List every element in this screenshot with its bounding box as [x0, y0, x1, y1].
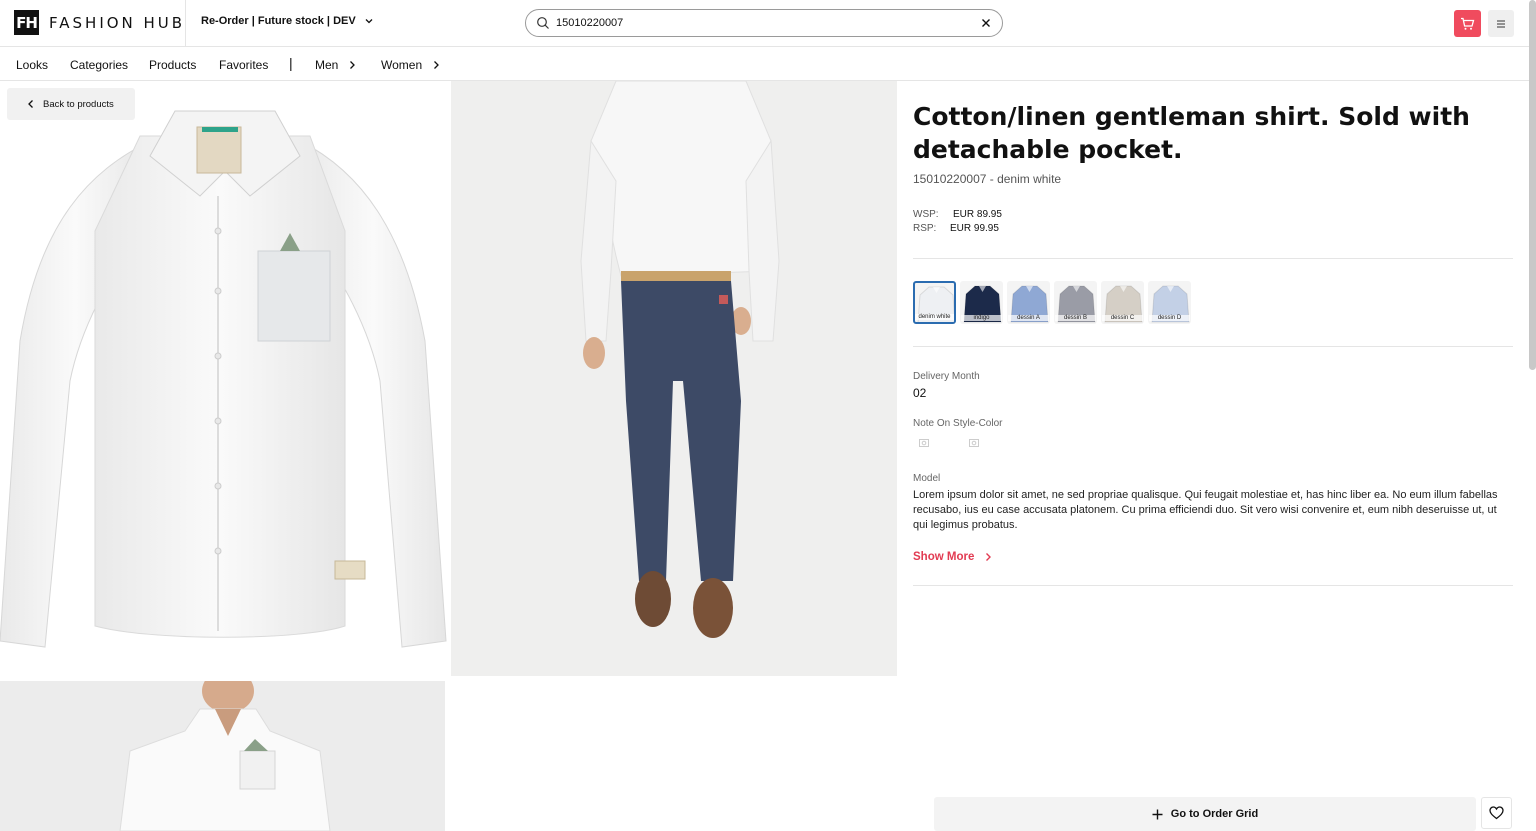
chevron-right-icon [986, 553, 992, 561]
logo-text: FASHION HUB [49, 13, 186, 32]
color-swatch[interactable]: denim white [913, 281, 956, 324]
nav-separator: | [289, 55, 293, 71]
note-image-icon[interactable] [919, 439, 929, 447]
order-grid-label: Go to Order Grid [1170, 808, 1259, 820]
cart-icon [1461, 17, 1475, 30]
search-input[interactable] [556, 17, 980, 29]
go-to-order-grid-button[interactable]: Go to Order Grid [934, 797, 1476, 831]
color-swatch[interactable]: dessin C [1101, 281, 1144, 324]
chevron-right-icon [350, 61, 356, 69]
heart-icon [1489, 806, 1504, 820]
nav-favorites[interactable]: Favorites [219, 58, 268, 72]
model-description: Lorem ipsum dolor sit amet, ne sed propr… [913, 489, 1498, 531]
model-front-illustration [0, 681, 445, 831]
page-scrollbar[interactable] [1529, 0, 1536, 370]
wsp-label: WSP: [913, 209, 939, 220]
divider [913, 258, 1513, 259]
nav-women[interactable]: Women [381, 58, 440, 72]
color-swatch[interactable]: dessin B [1054, 281, 1097, 324]
hamburger-icon [1497, 20, 1505, 27]
color-swatch[interactable]: dessin D [1148, 281, 1191, 324]
product-image-front[interactable] [0, 81, 448, 677]
product-image-back[interactable] [451, 81, 897, 676]
chevron-right-icon [434, 61, 440, 69]
nav-women-label: Women [381, 58, 423, 72]
rsp-value: EUR 99.95 [950, 223, 999, 234]
shirt-front-illustration [0, 110, 447, 648]
product-title: Cotton/linen gentleman shirt. Sold with … [913, 102, 1470, 164]
nav-categories[interactable]: Categories [70, 58, 128, 72]
model-field: Model Lorem ipsum dolor sit amet, ne sed… [913, 473, 1513, 533]
note-image-icon[interactable] [969, 439, 979, 447]
swatch-label: indigo [961, 315, 1002, 321]
swatch-label: dessin B [1055, 315, 1096, 321]
plus-icon [1152, 809, 1163, 819]
nav-products[interactable]: Products [149, 58, 196, 72]
cart-button[interactable] [1454, 10, 1481, 37]
color-swatch[interactable]: indigo [960, 281, 1003, 324]
swatch-label: denim white [915, 314, 954, 320]
nav-men-label: Men [315, 58, 339, 72]
chevron-left-icon [28, 100, 33, 108]
search-icon [537, 17, 549, 29]
price-block: WSP: EUR 89.95 RSP: EUR 99.95 [913, 208, 1513, 236]
divider [913, 346, 1513, 347]
delivery-month-value[interactable]: 02 [913, 386, 1513, 400]
favorite-button[interactable] [1481, 797, 1512, 829]
show-more-label: Show More [913, 551, 975, 563]
nav-looks[interactable]: Looks [16, 58, 48, 72]
note-label: Note On Style-Color [913, 418, 1003, 429]
note-icons [913, 439, 1513, 447]
rsp-row: RSP: EUR 99.95 [913, 222, 1513, 236]
delivery-field: Delivery Month 02 [913, 371, 1513, 400]
chevron-down-icon [365, 19, 373, 24]
clear-search-icon[interactable] [980, 17, 992, 29]
swatch-label: dessin A [1008, 315, 1049, 321]
rsp-label: RSP: [913, 223, 937, 234]
back-to-products-label: Back to products [43, 98, 114, 110]
product-details: Cotton/linen gentleman shirt. Sold with … [913, 100, 1513, 586]
logo[interactable]: FH FASHION HUB [14, 10, 185, 35]
wsp-value: EUR 89.95 [953, 209, 1002, 220]
color-swatch[interactable]: dessin A [1007, 281, 1050, 324]
delivery-month-label: Delivery Month [913, 371, 980, 382]
product-image-model[interactable] [0, 681, 445, 831]
menu-button[interactable] [1488, 10, 1514, 37]
product-subtitle: 15010220007 - denim white [913, 172, 1062, 186]
model-back-illustration [451, 81, 897, 676]
color-swatches: denim white indigo dessin A dessin B dessin … [913, 281, 1513, 324]
context-label: Re-Order | Future stock | DEV [201, 15, 356, 27]
swatch-label: dessin D [1149, 315, 1190, 321]
logo-mark: FH [14, 10, 39, 35]
top-header: FH FASHION HUB Re-Order | Future stock |… [0, 0, 1536, 47]
wsp-row: WSP: EUR 89.95 [913, 208, 1513, 222]
note-field: Note On Style-Color [913, 418, 1513, 447]
divider [913, 585, 1513, 586]
back-to-products-button[interactable]: Back to products [7, 88, 135, 120]
context-selector[interactable]: Re-Order | Future stock | DEV [201, 15, 374, 27]
model-label: Model [913, 473, 941, 484]
swatch-label: dessin C [1102, 315, 1143, 321]
header-divider [185, 0, 186, 47]
show-more-link[interactable]: Show More [913, 551, 1513, 563]
main-nav: Looks Categories Products Favorites | Me… [0, 48, 1536, 81]
search-bar[interactable] [525, 9, 1003, 37]
nav-men[interactable]: Men [315, 58, 356, 72]
